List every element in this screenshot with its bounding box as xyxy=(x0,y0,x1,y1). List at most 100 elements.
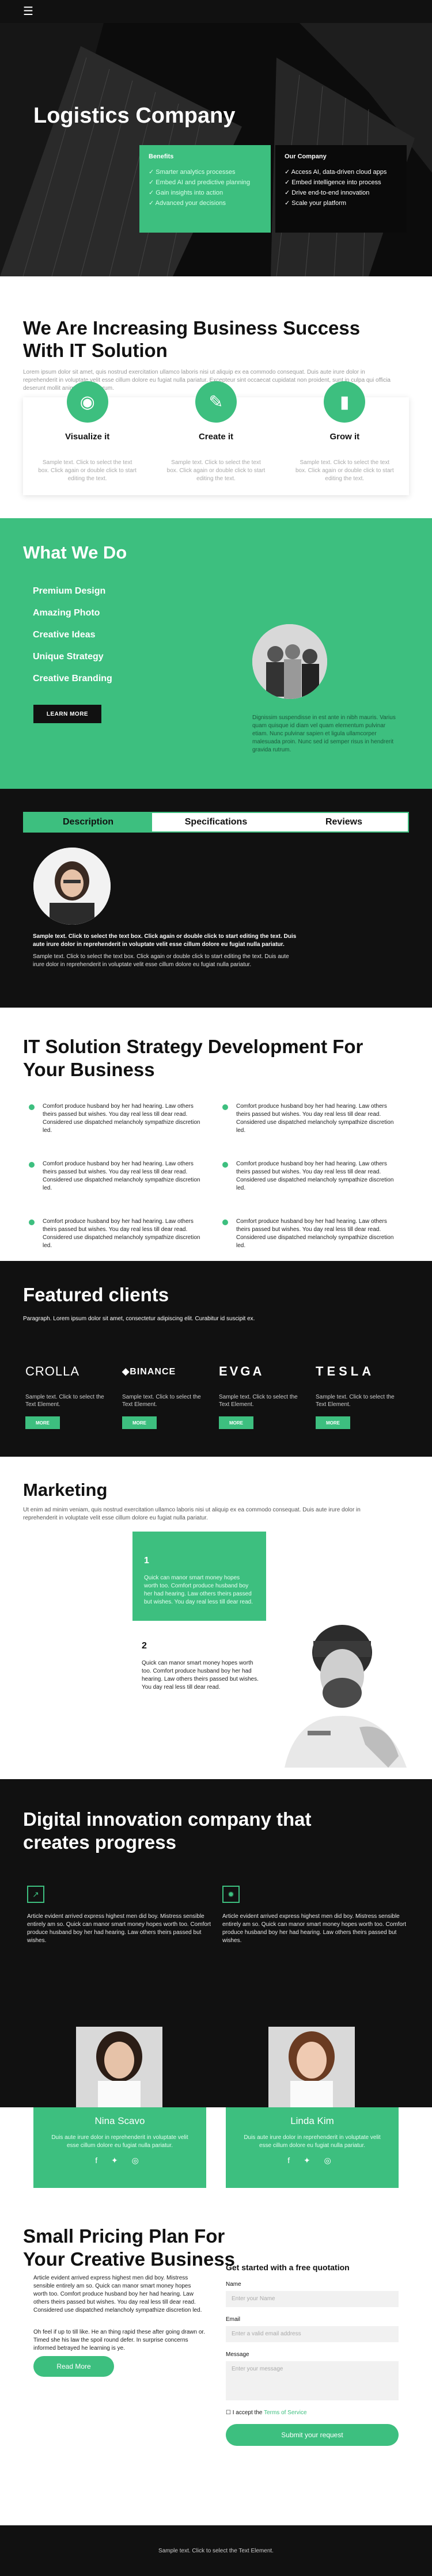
submit-button[interactable]: Submit your request xyxy=(226,2424,399,2446)
team-section: Nina Scavo Duis aute irure dolor in repr… xyxy=(0,2027,432,2205)
service-item: ✎ Create it Sample text. Click to select… xyxy=(151,381,280,495)
bullet-dot-icon xyxy=(222,1162,228,1168)
bullet-dot-icon xyxy=(29,1162,35,1168)
featured-paragraph: Paragraph. Lorem ipsum dolor sit amet, c… xyxy=(23,1316,255,1322)
digital-text: Article evident arrived express highest … xyxy=(222,1913,407,1944)
terms-link[interactable]: Terms of Service xyxy=(264,2410,306,2416)
strategy-item: Comfort produce husband boy her had hear… xyxy=(222,1103,401,1135)
service-item: ▮ Grow it Sample text. Click to select t… xyxy=(281,381,409,495)
client-card: CROLLA Sample text. Click to select the … xyxy=(25,1359,106,1429)
what-caption: Dignissim suspendisse in est ante in nib… xyxy=(252,715,396,753)
benefit-item: ✓ Embed AI and predictive planning xyxy=(149,179,251,186)
company-item: ✓ Drive end-to-end innovation xyxy=(285,189,370,196)
social-icons[interactable]: f ✦ ◎ xyxy=(33,2156,206,2165)
evga-logo: EVGA xyxy=(219,1364,264,1378)
company-item: ✓ Embed intelligence into process xyxy=(285,179,381,186)
tab-bar: Description Specifications Reviews xyxy=(23,812,409,833)
footer: Sample text. Click to select the Text El… xyxy=(0,2525,432,2576)
company-item: ✓ Access AI, data-driven cloud apps xyxy=(285,169,387,176)
email-label: Email xyxy=(226,2316,241,2323)
tab-description[interactable]: Description xyxy=(24,813,152,831)
tab-reviews[interactable]: Reviews xyxy=(280,813,408,831)
marketing-item-1: 1 Quick can manor smart money hopes wort… xyxy=(132,1532,266,1621)
client-card: EVGA Sample text. Click to select the Te… xyxy=(219,1359,300,1429)
client-text: Sample text. Click to select the Text El… xyxy=(219,1394,298,1408)
name-field[interactable]: Enter your Name xyxy=(226,2291,399,2307)
item-text: Quick can manor smart money hopes worth … xyxy=(144,1575,253,1605)
company-item: ✓ Scale your platform xyxy=(285,200,347,207)
member-text: Duis aute irure dolor in reprehenderit i… xyxy=(244,2134,381,2149)
hamburger-icon[interactable]: ☰ xyxy=(23,6,33,17)
hero-section: Logistics Company Benefits ✓ Smarter ana… xyxy=(0,23,432,276)
our-company-box: Our Company ✓ Access AI, data-driven clo… xyxy=(275,145,407,233)
tab-specifications[interactable]: Specifications xyxy=(152,813,280,831)
footer-text: Sample text. Click to select the Text El… xyxy=(158,2547,274,2554)
top-nav-bar: ☰ xyxy=(0,0,432,23)
item-number: 2 xyxy=(142,1641,147,1651)
learn-more-button[interactable]: LEARN MORE xyxy=(33,705,101,723)
terms-checkbox[interactable]: ☐ I accept the Terms of Service xyxy=(226,2410,399,2416)
member-photo xyxy=(268,2027,355,2107)
strategy-item: Comfort produce husband boy her had hear… xyxy=(222,1218,401,1250)
quotation-form: Get started with a free quotation Name E… xyxy=(226,2263,399,2446)
more-button[interactable]: MORE xyxy=(122,1416,157,1429)
strategy-section: IT Solution Strategy Development For You… xyxy=(0,1008,432,1261)
message-label: Message xyxy=(226,2351,249,2358)
what-title: What We Do xyxy=(23,542,127,563)
strategy-item: Comfort produce husband boy her had hear… xyxy=(222,1160,401,1192)
increasing-section: We Are Increasing Business Success With … xyxy=(0,276,432,518)
email-field[interactable]: Enter a valid email address xyxy=(226,2326,399,2342)
more-button[interactable]: MORE xyxy=(219,1416,253,1429)
service-title: Grow it xyxy=(329,432,360,442)
member-name: Nina Scavo xyxy=(94,2115,145,2126)
marketing-paragraph: Ut enim ad minim veniam, quis nostrud ex… xyxy=(23,1507,361,1521)
member-photo xyxy=(76,2027,162,2107)
tesla-logo: TESLA xyxy=(316,1364,375,1378)
what-item: Amazing Photo xyxy=(33,608,100,618)
man-portrait-image xyxy=(285,1625,407,1768)
marketing-title: Marketing xyxy=(23,1480,108,1500)
team-member-card: Nina Scavo Duis aute irure dolor in repr… xyxy=(33,2107,206,2188)
client-text: Sample text. Click to select the Text El… xyxy=(316,1394,395,1408)
bullet-dot-icon xyxy=(29,1104,35,1110)
form-title: Get started with a free quotation xyxy=(226,2263,350,2272)
arrow-icon: ↗ xyxy=(27,1886,44,1903)
what-item: Creative Branding xyxy=(33,674,112,683)
item-text: Quick can manor smart money hopes worth … xyxy=(142,1660,259,1690)
pricing-text: Oh feel if up to till like. He an thing … xyxy=(33,2329,205,2351)
digital-innovation-section: Digital innovation company that creates … xyxy=(0,1779,432,2027)
message-field[interactable]: Enter your message xyxy=(226,2361,399,2400)
chart-icon: ▮ xyxy=(324,381,366,423)
featured-title: Featured clients xyxy=(23,1284,169,1305)
service-text: Sample text. Click to select the text bo… xyxy=(166,459,266,482)
client-text: Sample text. Click to select the Text El… xyxy=(25,1394,104,1408)
team-member-card: Linda Kim Duis aute irure dolor in repre… xyxy=(226,2107,399,2188)
tab-text: Sample text. Click to select the text bo… xyxy=(33,953,289,968)
eye-icon: ◉ xyxy=(66,381,108,423)
name-label: Name xyxy=(226,2281,241,2288)
team-dark-band xyxy=(0,2027,432,2107)
profile-photo xyxy=(33,848,111,925)
strategy-title: IT Solution Strategy Development For You… xyxy=(23,1036,363,1080)
client-card: TESLA Sample text. Click to select the T… xyxy=(316,1359,396,1429)
service-title: Visualize it xyxy=(65,432,110,442)
read-more-button[interactable]: Read More xyxy=(33,2356,114,2377)
digital-title: Digital innovation company that creates … xyxy=(23,1808,312,1853)
digital-text: Article evident arrived express highest … xyxy=(27,1913,211,1944)
tabs-section: Description Specifications Reviews Sampl… xyxy=(0,789,432,1008)
pricing-section: Small Pricing Plan For Your Creative Bus… xyxy=(0,2205,432,2525)
what-item: Unique Strategy xyxy=(33,652,104,662)
service-item: ◉ Visualize it Sample text. Click to sel… xyxy=(23,381,151,495)
more-button[interactable]: MORE xyxy=(316,1416,350,1429)
social-icons[interactable]: f ✦ ◎ xyxy=(226,2156,399,2165)
benefit-item: ✓ Smarter analytics processes xyxy=(149,169,236,176)
client-card: ◆BINANCE Sample text. Click to select th… xyxy=(122,1359,203,1429)
more-button[interactable]: MORE xyxy=(25,1416,60,1429)
strategy-item: Comfort produce husband boy her had hear… xyxy=(29,1218,207,1250)
what-item: Creative Ideas xyxy=(33,630,96,640)
crolla-logo: CROLLA xyxy=(25,1364,80,1378)
service-text: Sample text. Click to select the text bo… xyxy=(38,459,137,482)
member-name: Linda Kim xyxy=(290,2115,334,2126)
benefits-title: Benefits xyxy=(149,153,174,160)
bullet-dot-icon xyxy=(222,1104,228,1110)
